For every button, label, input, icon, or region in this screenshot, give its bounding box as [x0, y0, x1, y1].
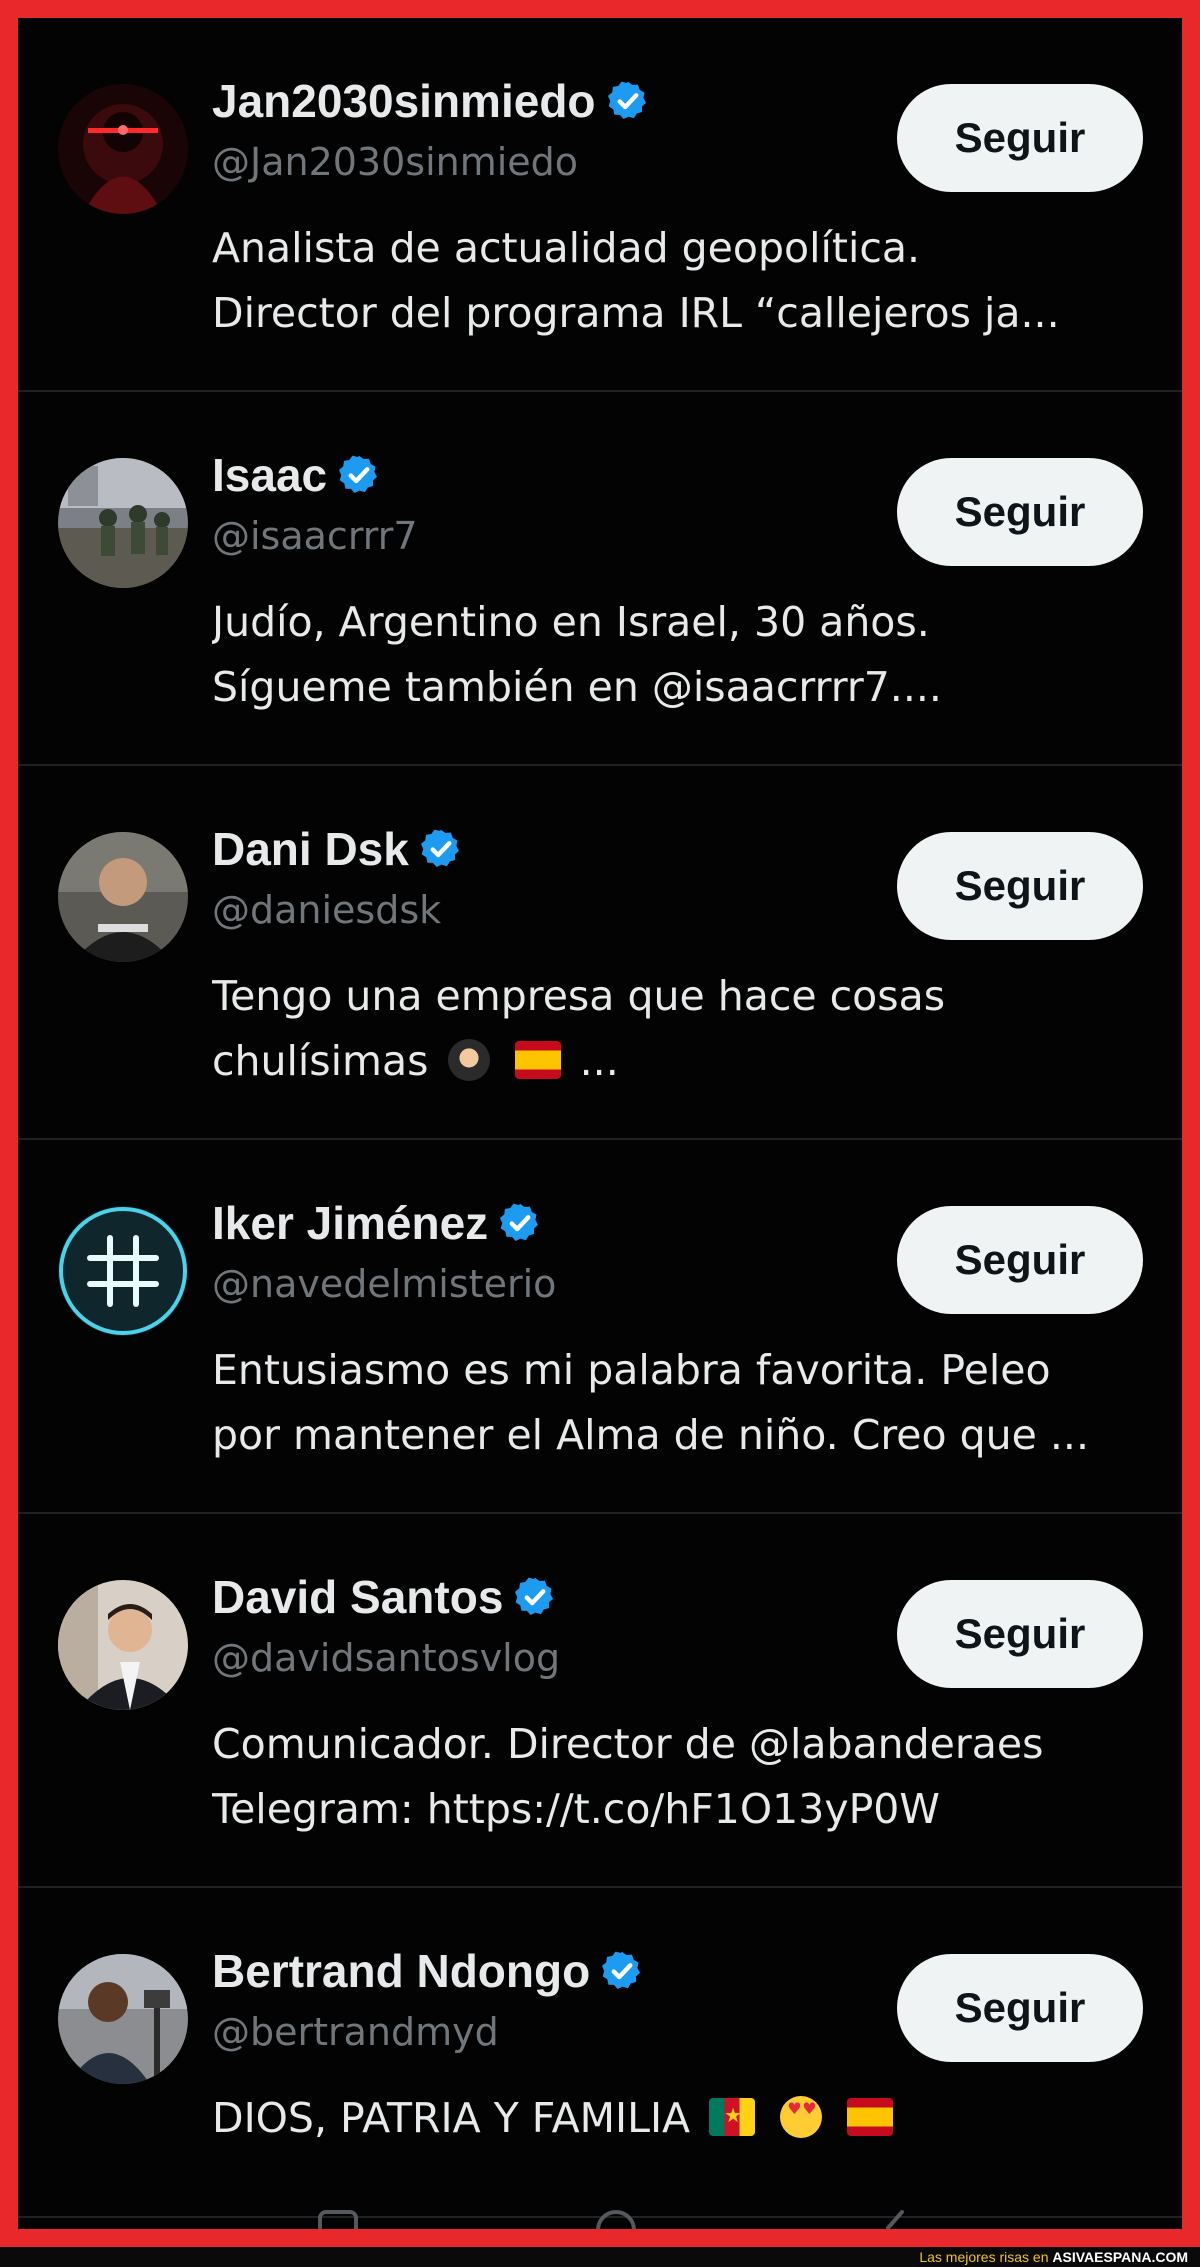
name-row: Dani Dsk: [212, 818, 463, 880]
user-card[interactable]: Isaac @isaacrrr7 Judío, Argentino en Isr…: [18, 392, 1182, 766]
avatar[interactable]: [58, 1580, 188, 1710]
user-bio: Tengo una empresa que hace cosas chulísi…: [212, 964, 1152, 1094]
user-card[interactable]: David Santos @davidsantosvlog Comunicado…: [18, 1514, 1182, 1888]
user-card[interactable]: Dani Dsk @daniesdsk Tengo una empresa qu…: [18, 766, 1182, 1140]
bio-line: Telegram: https://t.co/hF1O13yP0W: [212, 1785, 940, 1833]
follow-button[interactable]: Seguir: [897, 1954, 1143, 2062]
follow-button[interactable]: Seguir: [897, 1206, 1143, 1314]
user-handle: @Jan2030sinmiedo: [212, 140, 579, 184]
avatar[interactable]: [58, 1954, 188, 2084]
avatar[interactable]: [58, 84, 188, 214]
bio-text: DIOS, PATRIA Y FAMILIA: [212, 2094, 691, 2142]
user-card[interactable]: Iker Jiménez @navedelmisterio Entusiasmo…: [18, 1140, 1182, 1514]
home-icon[interactable]: [592, 2208, 640, 2229]
bio-ellipsis: ...: [579, 1037, 619, 1085]
user-card[interactable]: Jan2030sinmiedo @Jan2030sinmiedo Analist…: [18, 18, 1182, 392]
user-handle: @bertrandmyd: [212, 2010, 499, 2054]
verified-badge-icon: [515, 1577, 554, 1615]
display-name[interactable]: Iker Jiménez: [212, 1196, 488, 1250]
name-row: Iker Jiménez: [212, 1192, 542, 1254]
verified-badge-icon: [500, 1203, 539, 1241]
user-bio: Judío, Argentino en Israel, 30 años. Síg…: [212, 590, 1152, 720]
bio-line: por mantener el Alma de niño. Creo que .…: [212, 1411, 1089, 1459]
red-frame: Jan2030sinmiedo @Jan2030sinmiedo Analist…: [0, 0, 1200, 2247]
name-row: Bertrand Ndongo: [212, 1940, 644, 2002]
bio-line: Entusiasmo es mi palabra favorita. Peleo: [212, 1346, 1051, 1394]
bio-text: chulísimas: [212, 1037, 429, 1085]
cameroon-flag-icon: [709, 2098, 756, 2136]
display-name[interactable]: Isaac: [212, 448, 327, 502]
watermark-footer: Las mejores risas en ASIVAESPANA.COM: [0, 2247, 1200, 2267]
heart-eyes-emoji-icon: [780, 2096, 823, 2138]
footer-prefix: Las mejores risas en: [919, 2249, 1053, 2265]
follow-button[interactable]: Seguir: [897, 832, 1143, 940]
user-bio: DIOS, PATRIA Y FAMILIA: [212, 2086, 1152, 2151]
bottom-nav-bar: [18, 2208, 1182, 2229]
display-name[interactable]: Jan2030sinmiedo: [212, 74, 596, 128]
user-card[interactable]: Bertrand Ndongo @bertrandmyd DIOS, PATRI…: [18, 1888, 1182, 2218]
spain-flag-icon: [847, 2098, 894, 2136]
name-row: Jan2030sinmiedo: [212, 70, 650, 132]
bio-line: Analista de actualidad geopolítica.: [212, 224, 921, 272]
user-bio: Analista de actualidad geopolítica. Dire…: [212, 216, 1152, 346]
ninja-emoji-icon: [447, 1039, 490, 1081]
avatar[interactable]: [58, 1206, 188, 1336]
user-bio: Entusiasmo es mi palabra favorita. Peleo…: [212, 1338, 1152, 1468]
spain-flag-icon: [514, 1041, 561, 1079]
follow-button[interactable]: Seguir: [897, 458, 1143, 566]
back-icon[interactable]: [870, 2208, 918, 2229]
bio-line: Sígueme también en @isaacrrrr7....: [212, 663, 942, 711]
who-to-follow-list[interactable]: Jan2030sinmiedo @Jan2030sinmiedo Analist…: [18, 18, 1182, 2229]
bio-line-with-emoji: DIOS, PATRIA Y FAMILIA: [212, 2086, 1152, 2151]
bio-line: Judío, Argentino en Israel, 30 años.: [212, 598, 930, 646]
user-handle: @davidsantosvlog: [212, 1636, 561, 1680]
follow-button[interactable]: Seguir: [897, 1580, 1143, 1688]
bio-line: Director del programa IRL “callejeros ja…: [212, 289, 1060, 337]
user-handle: @navedelmisterio: [212, 1262, 557, 1306]
avatar[interactable]: [58, 832, 188, 962]
user-bio: Comunicador. Director de @labanderaes Te…: [212, 1712, 1152, 1842]
footer-site[interactable]: ASIVAESPANA.COM: [1052, 2249, 1188, 2265]
follow-button[interactable]: Seguir: [897, 84, 1143, 192]
bio-line-with-emoji: chulísimas ...: [212, 1029, 1152, 1094]
display-name[interactable]: Dani Dsk: [212, 822, 409, 876]
verified-badge-icon: [607, 81, 646, 119]
user-handle: @isaacrrr7: [212, 514, 418, 558]
recent-apps-icon[interactable]: [314, 2208, 362, 2229]
verified-badge-icon: [420, 829, 459, 867]
verified-badge-icon: [339, 455, 378, 493]
bio-line: Comunicador. Director de @labanderaes: [212, 1720, 1044, 1768]
display-name[interactable]: David Santos: [212, 1570, 503, 1624]
user-handle: @daniesdsk: [212, 888, 442, 932]
verified-badge-icon: [602, 1951, 641, 1989]
name-row: Isaac: [212, 444, 381, 506]
display-name[interactable]: Bertrand Ndongo: [212, 1944, 590, 1998]
bio-line: Tengo una empresa que hace cosas: [212, 972, 946, 1020]
name-row: David Santos: [212, 1566, 557, 1628]
avatar[interactable]: [58, 458, 188, 588]
